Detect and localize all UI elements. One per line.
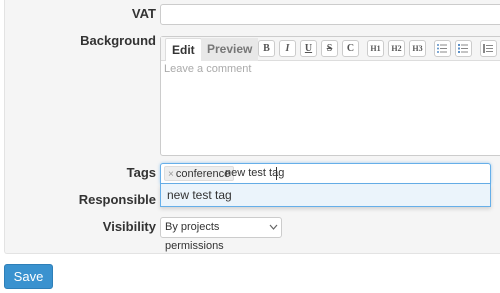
bold-button[interactable]: B bbox=[258, 40, 275, 57]
tab-edit[interactable]: Edit bbox=[165, 38, 202, 61]
vat-label: VAT bbox=[131, 6, 156, 21]
save-button[interactable]: Save bbox=[4, 264, 53, 289]
vat-input[interactable] bbox=[160, 4, 500, 25]
tag-chip-label: conference bbox=[175, 168, 231, 180]
visibility-select[interactable]: By projects permissions bbox=[160, 217, 282, 252]
bullet-list-icon[interactable] bbox=[434, 40, 451, 57]
comment-textarea[interactable]: Leave a comment bbox=[161, 61, 500, 155]
editor-toolbar: Edit Preview B I U S C H1 H2 H3 bbox=[161, 37, 500, 61]
quote-icon[interactable] bbox=[480, 40, 497, 57]
code-button[interactable]: C bbox=[342, 40, 359, 57]
italic-button[interactable]: I bbox=[279, 40, 296, 57]
h1-button[interactable]: H1 bbox=[367, 40, 384, 57]
tab-preview[interactable]: Preview bbox=[201, 38, 259, 61]
tag-chip: × conference bbox=[164, 166, 235, 181]
tags-input[interactable]: × conference new test tag bbox=[160, 163, 491, 184]
text-caret bbox=[276, 167, 277, 180]
responsible-label: Responsible bbox=[78, 192, 156, 207]
chevron-down-icon bbox=[269, 218, 278, 244]
strikethrough-button[interactable]: S bbox=[321, 40, 338, 57]
background-label: Background bbox=[80, 33, 156, 48]
background-editor: Edit Preview B I U S C H1 H2 H3 Leave a … bbox=[160, 36, 500, 156]
comment-placeholder: Leave a comment bbox=[164, 63, 252, 75]
tags-suggestion-dropdown: new test tag bbox=[160, 184, 491, 207]
remove-tag-icon[interactable]: × bbox=[168, 169, 174, 180]
h2-button[interactable]: H2 bbox=[388, 40, 405, 57]
visibility-label: Visibility bbox=[102, 219, 156, 234]
underline-button[interactable]: U bbox=[300, 40, 317, 57]
visibility-selected: By projects permissions bbox=[165, 221, 224, 252]
tags-label: Tags bbox=[126, 165, 156, 180]
tag-suggestion-item[interactable]: new test tag bbox=[161, 184, 490, 206]
numbered-list-icon[interactable] bbox=[455, 40, 472, 57]
h3-button[interactable]: H3 bbox=[409, 40, 426, 57]
